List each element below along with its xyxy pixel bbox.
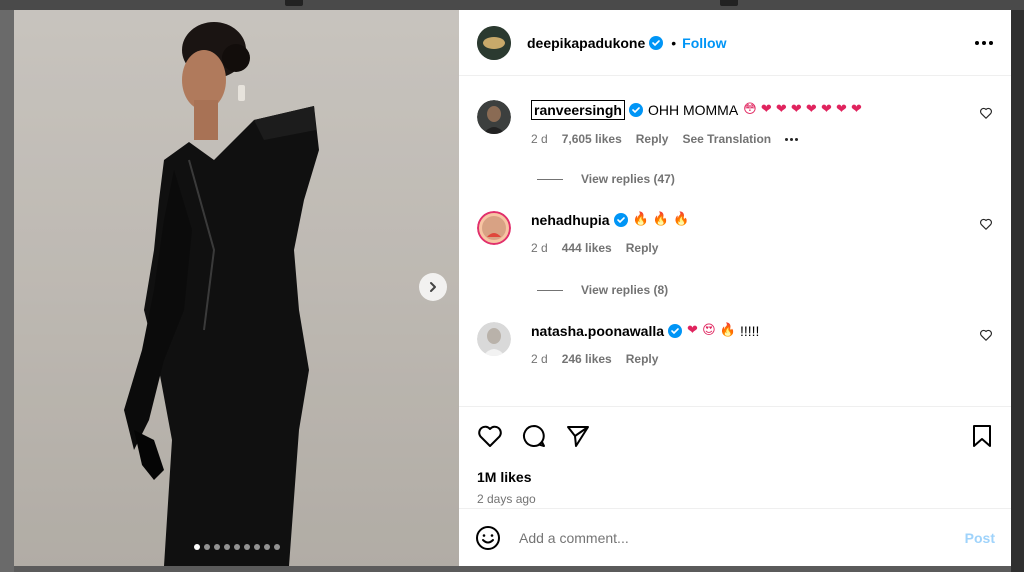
background-right (1011, 10, 1024, 572)
view-replies-button[interactable]: View replies (47) (537, 172, 675, 186)
comment-icon[interactable] (521, 423, 547, 449)
post-panel: deepikapadukone • Follow ranveersingh OH… (459, 10, 1011, 566)
reply-button[interactable]: Reply (626, 241, 659, 255)
post-modal: deepikapadukone • Follow ranveersingh OH… (14, 10, 1011, 566)
post-media[interactable] (14, 10, 459, 566)
follow-button[interactable]: Follow (682, 35, 726, 51)
comment-emojis: ❤ 😍 🔥 (687, 323, 736, 338)
carousel-dot (193, 544, 200, 550)
commenter-avatar[interactable] (477, 100, 511, 134)
verified-badge-icon (668, 324, 683, 338)
comment-heart-icon[interactable] (979, 217, 993, 231)
background-left (0, 10, 14, 572)
chevron-right-icon (430, 282, 436, 292)
replies-line (537, 289, 563, 291)
background-top (0, 0, 1024, 10)
share-icon[interactable] (565, 423, 591, 449)
avatar-logo (477, 25, 511, 60)
carousel-dot (223, 544, 230, 550)
comment-emojis: 🔥 🔥 🔥 (632, 212, 690, 227)
comment-heart-icon[interactable] (979, 106, 993, 120)
comment-username[interactable]: natasha.poonawalla (531, 322, 664, 340)
comment-likes[interactable]: 444 likes (562, 241, 612, 255)
comment-options-icon[interactable] (785, 137, 799, 141)
comment-heart-icon[interactable] (979, 328, 993, 342)
comment-item: nehadhupia 🔥 🔥 🔥 2 d 444 likes Reply (477, 211, 993, 255)
verified-badge-icon (649, 35, 664, 50)
post-header: deepikapadukone • Follow (459, 10, 1011, 76)
post-photo (14, 10, 459, 566)
carousel-dots (14, 544, 459, 550)
separator: • (671, 34, 677, 51)
view-replies-button[interactable]: View replies (8) (537, 283, 668, 297)
comment-input[interactable] (519, 529, 965, 546)
comment-text: OHH MOMMA (647, 102, 739, 118)
carousel-dot (263, 544, 270, 550)
post-comment-button[interactable]: Post (965, 530, 995, 546)
carousel-dot (203, 544, 210, 550)
comment-time: 2 d (531, 241, 548, 255)
commenter-avatar[interactable] (477, 211, 511, 245)
carousel-dot (243, 544, 250, 550)
comments-list: ranveersingh OHH MOMMA 😳 ❤ ❤ ❤ ❤ ❤ ❤ ❤ 2… (459, 76, 1011, 406)
bookmark-icon[interactable] (969, 423, 995, 449)
reply-button[interactable]: Reply (636, 132, 669, 146)
comment-item: ranveersingh OHH MOMMA 😳 ❤ ❤ ❤ ❤ ❤ ❤ ❤ 2… (477, 100, 993, 146)
comment-emojis: 😳 ❤ ❤ ❤ ❤ ❤ ❤ ❤ (743, 102, 862, 117)
view-replies-label: View replies (47) (581, 172, 675, 186)
tab-icon (720, 0, 738, 6)
comment-username[interactable]: nehadhupia (531, 211, 610, 229)
verified-badge-icon (613, 213, 628, 227)
comment-composer: Post (459, 508, 1011, 566)
view-replies-label: View replies (8) (581, 283, 669, 297)
owner-avatar[interactable] (477, 25, 511, 60)
comment-username[interactable]: ranveersingh (531, 100, 625, 120)
carousel-dot (213, 544, 220, 550)
comment-time: 2 d (531, 352, 548, 366)
carousel-dot (273, 544, 280, 550)
owner-username[interactable]: deepikapadukone (527, 35, 645, 51)
heart-icon[interactable] (477, 423, 503, 449)
more-options-icon[interactable] (975, 40, 993, 45)
commenter-avatar[interactable] (477, 322, 511, 356)
see-translation-button[interactable]: See Translation (682, 132, 771, 146)
replies-line (537, 178, 563, 180)
emoji-icon[interactable] (475, 525, 501, 551)
grid-icon (285, 0, 303, 6)
reply-button[interactable]: Reply (626, 352, 659, 366)
carousel-dot (233, 544, 240, 550)
comment-time: 2 d (531, 132, 548, 146)
comment-likes[interactable]: 7,605 likes (562, 132, 622, 146)
comment-likes[interactable]: 246 likes (562, 352, 612, 366)
carousel-dot (253, 544, 260, 550)
comment-text: !!!!! (739, 323, 760, 339)
likes-count[interactable]: 1M likes (477, 469, 531, 485)
post-time: 2 days ago (477, 492, 536, 506)
verified-badge-icon (628, 103, 643, 117)
comment-item: natasha.poonawalla ❤ 😍 🔥 !!!!! 2 d 246 l… (477, 322, 993, 366)
next-image-button[interactable] (419, 273, 447, 301)
